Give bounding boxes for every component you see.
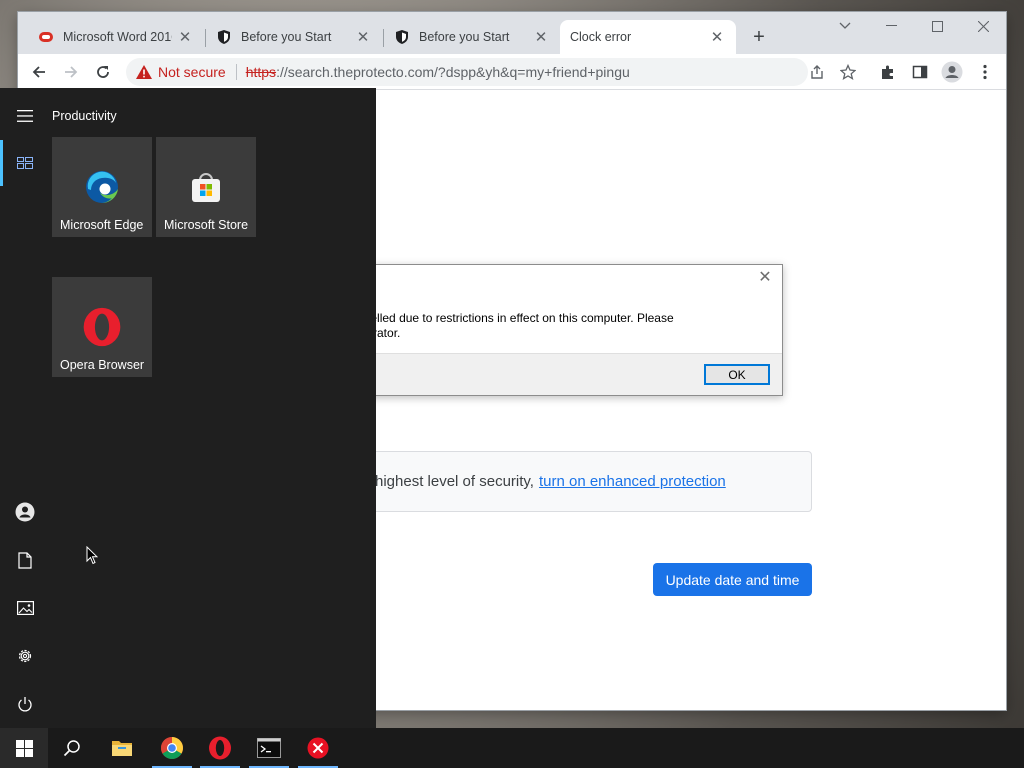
tab-strip: Microsoft Word 2016 ✕ Before you Start ✕… <box>18 12 1006 54</box>
opera-taskbar-icon[interactable] <box>196 728 244 768</box>
close-window-button[interactable] <box>960 12 1006 40</box>
tiles-icon[interactable] <box>13 151 37 175</box>
tab-microsoft-word[interactable]: Microsoft Word 2016 ✕ <box>28 20 204 54</box>
tile-label: Microsoft Store <box>164 218 249 232</box>
info-text: highest level of security, <box>375 473 534 490</box>
pictures-icon[interactable] <box>13 596 37 620</box>
close-tab-icon[interactable]: ✕ <box>354 28 372 46</box>
reload-button[interactable] <box>90 60 116 84</box>
tab-label: Before you Start <box>241 30 332 44</box>
word-favicon-icon <box>38 29 54 45</box>
not-secure-label[interactable]: Not secure <box>158 64 226 80</box>
opera-icon <box>82 307 122 347</box>
tile-opera-browser[interactable]: Opera Browser <box>52 277 152 377</box>
shield-icon <box>394 29 410 45</box>
url-text: ://search.theprotecto.com/?dspp&yh&q=my+… <box>276 64 630 80</box>
url-scheme: https <box>245 64 277 80</box>
extensions-puzzle-icon[interactable] <box>875 60 901 84</box>
power-icon[interactable] <box>13 692 37 716</box>
ok-button[interactable]: OK <box>704 364 770 385</box>
start-menu: Productivity Microsoft Edge Microsoft St… <box>0 88 376 728</box>
close-tab-icon[interactable]: ✕ <box>532 28 550 46</box>
settings-icon[interactable] <box>13 644 37 668</box>
bookmark-star-icon[interactable] <box>835 60 861 84</box>
mouse-cursor-icon <box>86 545 99 568</box>
edge-icon <box>82 167 122 207</box>
minimize-button[interactable] <box>868 12 914 40</box>
profile-avatar-icon[interactable] <box>939 60 965 84</box>
tile-label: Microsoft Edge <box>60 218 144 232</box>
red-x-icon[interactable] <box>294 728 342 768</box>
side-panel-icon[interactable] <box>907 60 933 84</box>
documents-icon[interactable] <box>13 548 37 572</box>
share-icon[interactable] <box>804 60 830 84</box>
shield-icon <box>216 29 232 45</box>
chrome-icon[interactable] <box>148 728 196 768</box>
tab-label: Microsoft Word 2016 <box>63 30 172 44</box>
warning-triangle-icon[interactable] <box>136 65 152 79</box>
windows-start-icon[interactable] <box>0 728 48 768</box>
tile-microsoft-store[interactable]: Microsoft Store <box>156 137 256 237</box>
user-icon[interactable] <box>13 500 37 524</box>
tile-microsoft-edge[interactable]: Microsoft Edge <box>52 137 152 237</box>
forward-button[interactable] <box>58 60 84 84</box>
tab-before-you-start-2[interactable]: Before you Start ✕ <box>384 20 560 54</box>
maximize-button[interactable] <box>914 12 960 40</box>
active-rail-indicator <box>0 140 3 186</box>
new-tab-button[interactable]: + <box>748 26 770 48</box>
address-bar[interactable]: Not secure https ://search.theprotecto.c… <box>126 58 808 86</box>
taskbar <box>0 728 1024 768</box>
back-button[interactable] <box>26 60 52 84</box>
search-icon[interactable] <box>48 728 96 768</box>
dialog-message-line: been cancelled due to restrictions in ef… <box>315 311 674 325</box>
update-date-time-button[interactable]: Update date and time <box>653 563 812 596</box>
dialog-message-line: m administrator. <box>315 326 765 341</box>
tab-before-you-start-1[interactable]: Before you Start ✕ <box>206 20 382 54</box>
more-menu-icon[interactable] <box>972 60 998 84</box>
hamburger-icon[interactable] <box>13 104 37 128</box>
store-icon <box>186 167 226 207</box>
close-tab-icon[interactable]: ✕ <box>176 28 194 46</box>
file-explorer-icon[interactable] <box>98 728 146 768</box>
dialog-message: been cancelled due to restrictions in ef… <box>315 311 765 341</box>
tab-label: Clock error <box>570 30 632 44</box>
tile-label: Opera Browser <box>60 358 145 372</box>
close-tab-icon[interactable]: ✕ <box>708 28 726 46</box>
browser-toolbar: Not secure https ://search.theprotecto.c… <box>18 54 1006 90</box>
terminal-icon[interactable] <box>245 728 293 768</box>
tab-search-chevron-icon[interactable] <box>822 12 868 40</box>
enhanced-protection-box: highest level of security, turn on enhan… <box>318 451 812 512</box>
tab-clock-error[interactable]: Clock error ✕ <box>560 20 736 54</box>
omnibox-divider <box>235 64 237 80</box>
tab-label: Before you Start <box>419 30 510 44</box>
tile-group-title: Productivity <box>52 109 117 123</box>
enhanced-protection-link[interactable]: turn on enhanced protection <box>539 473 726 490</box>
dialog-close-icon[interactable]: ✕ <box>756 269 774 287</box>
